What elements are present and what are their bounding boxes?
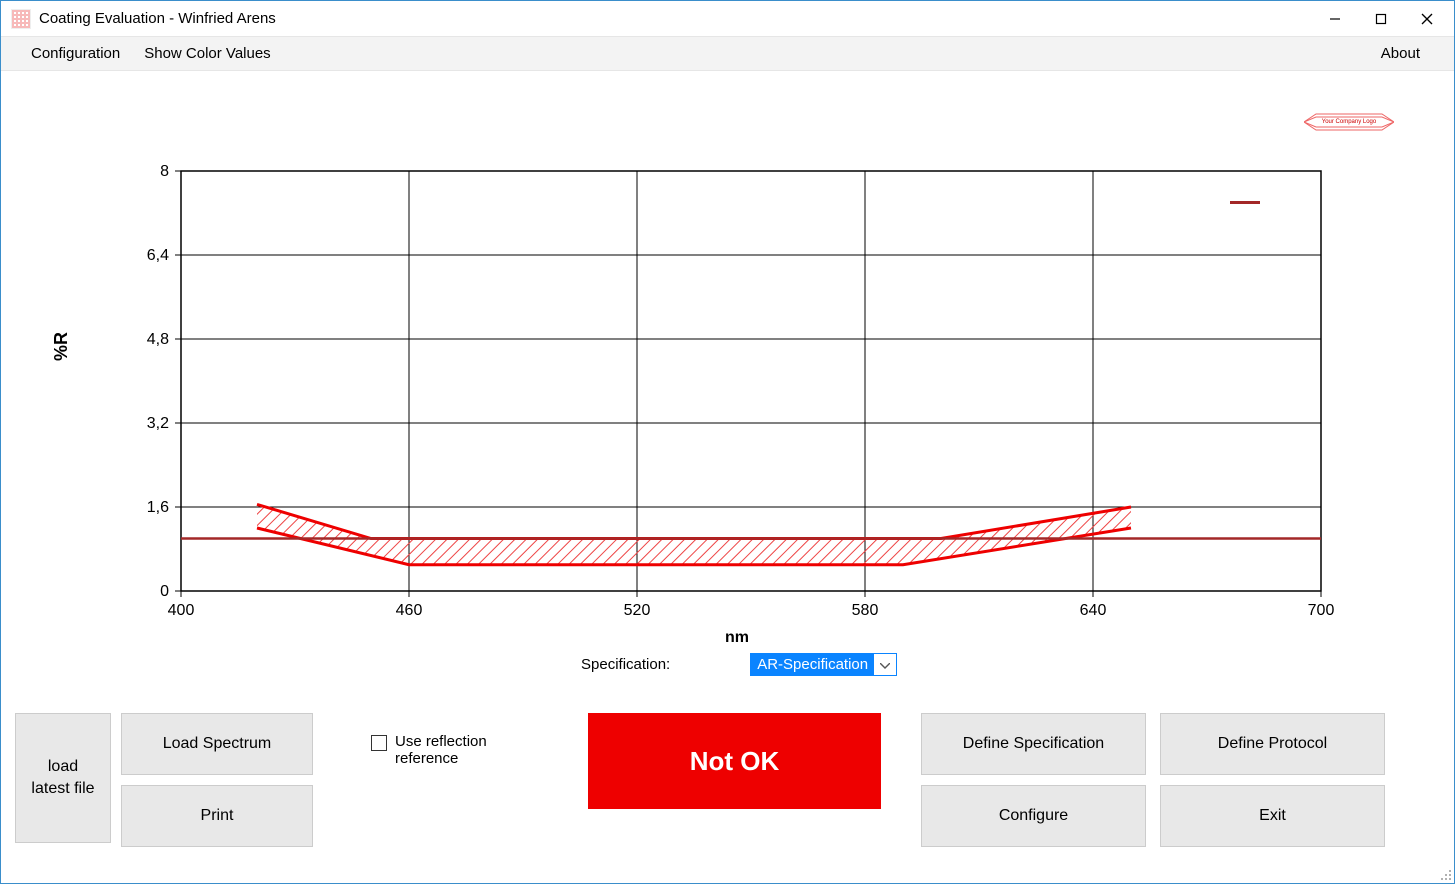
svg-text:4,8: 4,8 xyxy=(147,331,169,348)
minimize-button[interactable] xyxy=(1312,3,1358,35)
specification-selected: AR-Specification xyxy=(751,654,874,675)
svg-text:6,4: 6,4 xyxy=(147,247,169,264)
chart-svg: 400 460 520 580 640 700 0 1,6 3,2 4,8 6,4 8 xyxy=(81,161,1361,641)
window-title: Coating Evaluation - Winfried Arens xyxy=(39,10,276,27)
chart-y-label: %R xyxy=(51,332,72,361)
specification-select[interactable]: AR-Specification xyxy=(750,653,897,676)
menubar: Configuration Show Color Values About xyxy=(1,37,1454,71)
menu-show-color-values[interactable]: Show Color Values xyxy=(134,41,280,66)
svg-text:520: 520 xyxy=(624,602,651,619)
use-reflection-reference-label: Use reflection reference xyxy=(395,733,487,767)
svg-text:3,2: 3,2 xyxy=(147,415,169,432)
chart-x-label: nm xyxy=(725,629,749,647)
titlebar: Coating Evaluation - Winfried Arens xyxy=(1,1,1454,37)
maximize-button[interactable] xyxy=(1358,3,1404,35)
menu-configuration[interactable]: Configuration xyxy=(21,41,130,66)
specification-row: Specification: AR-Specification xyxy=(581,653,897,676)
app-icon xyxy=(11,9,31,29)
svg-text:640: 640 xyxy=(1080,602,1107,619)
close-button[interactable] xyxy=(1404,3,1450,35)
chevron-down-icon xyxy=(874,656,896,673)
define-specification-button[interactable]: Define Specification xyxy=(921,713,1146,775)
chart: 400 460 520 580 640 700 0 1,6 3,2 4,8 6,4 8 xyxy=(81,161,1361,641)
menu-about[interactable]: About xyxy=(1371,41,1430,66)
button-bar: load latest file Load Spectrum Print Use… xyxy=(15,713,1440,863)
svg-text:0: 0 xyxy=(160,583,169,600)
svg-text:460: 460 xyxy=(396,602,423,619)
status-indicator: Not OK xyxy=(588,713,881,809)
configure-button[interactable]: Configure xyxy=(921,785,1146,847)
load-latest-file-button[interactable]: load latest file xyxy=(15,713,111,843)
resize-grip-icon[interactable] xyxy=(1438,867,1452,881)
svg-text:1,6: 1,6 xyxy=(147,499,169,516)
app-window: Coating Evaluation - Winfried Arens Conf… xyxy=(0,0,1455,884)
company-logo: Your Company Logo xyxy=(1304,111,1394,133)
company-logo-text: Your Company Logo xyxy=(1322,119,1376,125)
use-reflection-reference-checkbox[interactable] xyxy=(371,735,387,751)
print-button[interactable]: Print xyxy=(121,785,313,847)
load-spectrum-button[interactable]: Load Spectrum xyxy=(121,713,313,775)
use-reflection-reference-row: Use reflection reference xyxy=(371,733,487,767)
specification-label: Specification: xyxy=(581,656,670,673)
svg-text:8: 8 xyxy=(160,163,169,180)
svg-text:580: 580 xyxy=(852,602,879,619)
exit-button[interactable]: Exit xyxy=(1160,785,1385,847)
define-protocol-button[interactable]: Define Protocol xyxy=(1160,713,1385,775)
content-area: Your Company Logo %R 400 460 520 580 640 700 0… xyxy=(1,71,1454,883)
svg-text:700: 700 xyxy=(1308,602,1335,619)
svg-text:400: 400 xyxy=(168,602,195,619)
